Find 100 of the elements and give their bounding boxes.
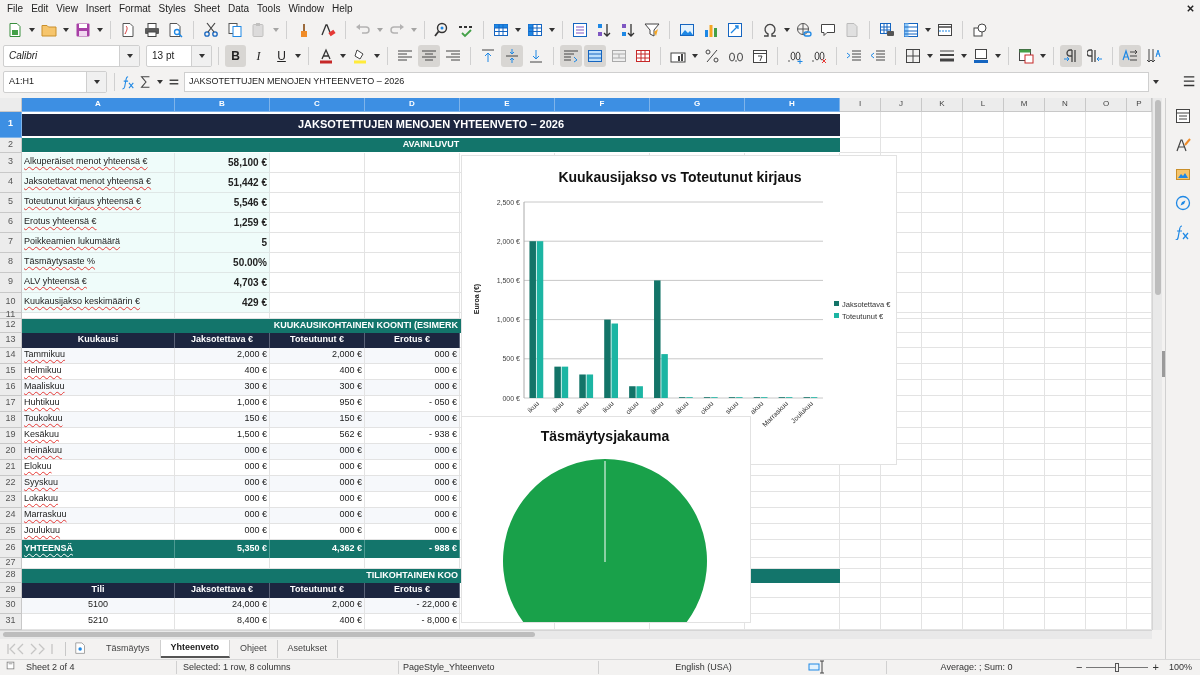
- caret-icon[interactable]: [373, 51, 381, 60]
- clear-formatting-icon[interactable]: [320, 21, 336, 38]
- font-name-field[interactable]: Calibri: [3, 44, 140, 67]
- menu-item[interactable]: View: [52, 0, 82, 17]
- align-center-button[interactable]: [501, 44, 523, 67]
- menu-item[interactable]: Tools: [253, 0, 285, 17]
- print-range-icon[interactable]: [879, 21, 895, 38]
- menu-item[interactable]: File: [3, 0, 28, 17]
- wrap-text-button[interactable]: [560, 44, 582, 67]
- italic-button[interactable]: I: [248, 44, 269, 67]
- caret-icon[interactable]: [1152, 77, 1161, 86]
- menu-item[interactable]: Sheet: [189, 0, 224, 17]
- zoom-in-button[interactable]: +: [1152, 661, 1159, 673]
- freeze-icon[interactable]: [903, 21, 919, 38]
- menu-icon[interactable]: [1183, 74, 1197, 89]
- calendar-icon[interactable]: [752, 47, 768, 64]
- font-size-field[interactable]: 13 pt: [146, 44, 212, 67]
- caret-icon[interactable]: [96, 25, 104, 34]
- filter-icon[interactable]: [644, 21, 660, 38]
- copy-icon[interactable]: [227, 21, 243, 38]
- zoom-out-button[interactable]: −: [1076, 661, 1083, 673]
- columns-icon[interactable]: [527, 21, 543, 38]
- menu-item[interactable]: Insert: [81, 0, 115, 17]
- sort-ascending-icon[interactable]: [596, 21, 612, 38]
- styles-icon[interactable]: [1175, 136, 1191, 153]
- caret-icon[interactable]: [125, 51, 134, 60]
- text-horizontal-button[interactable]: [1119, 44, 1141, 67]
- row-header[interactable]: 6: [0, 212, 22, 233]
- borders-icon[interactable]: [905, 47, 921, 64]
- left-to-right-button[interactable]: [1060, 44, 1082, 67]
- caret-icon[interactable]: [924, 25, 932, 34]
- sort-descending-icon[interactable]: [620, 21, 636, 38]
- slider-thumb[interactable]: [1115, 662, 1120, 672]
- merge-cells-icon[interactable]: [611, 47, 627, 64]
- caret-icon[interactable]: [783, 25, 791, 34]
- row-header[interactable]: 11: [0, 312, 22, 319]
- name-box[interactable]: A1:H1: [3, 70, 108, 93]
- underline-button[interactable]: U: [271, 44, 292, 67]
- menu-item[interactable]: Data: [223, 0, 254, 17]
- caret-icon[interactable]: [691, 51, 699, 60]
- sidebar-handle[interactable]: [1162, 350, 1165, 377]
- cut-icon[interactable]: [203, 21, 219, 38]
- close-icon[interactable]: [1186, 4, 1195, 13]
- menu-item[interactable]: Format: [114, 0, 155, 17]
- border-style-icon[interactable]: [939, 47, 955, 64]
- row-header[interactable]: 9: [0, 272, 22, 293]
- save-icon[interactable]: [75, 21, 91, 38]
- row-header[interactable]: 5: [0, 192, 22, 213]
- menu-item[interactable]: Window: [284, 0, 328, 17]
- column-header[interactable]: N: [1045, 97, 1086, 112]
- sheet-tab[interactable]: Täsmäytys: [96, 639, 161, 658]
- caret-icon[interactable]: [926, 51, 934, 60]
- font-color-icon[interactable]: [318, 47, 334, 64]
- compass-icon[interactable]: [1175, 194, 1191, 211]
- vertical-scrollbar[interactable]: [1152, 97, 1162, 630]
- find-replace-icon[interactable]: [434, 21, 450, 38]
- row-header[interactable]: 4: [0, 172, 22, 193]
- caret-icon[interactable]: [994, 51, 1002, 60]
- conditional-format-icon[interactable]: [1018, 47, 1034, 64]
- caret-icon[interactable]: [156, 77, 165, 86]
- sheet-tab[interactable]: Yhteenveto: [160, 639, 231, 658]
- caret-icon[interactable]: [294, 51, 302, 60]
- zoom-level[interactable]: 100%: [1168, 660, 1192, 674]
- caret-icon[interactable]: [960, 51, 968, 60]
- image-icon[interactable]: [679, 21, 695, 38]
- caret-icon[interactable]: [197, 51, 206, 60]
- sheet-tab[interactable]: Asetukset: [277, 639, 339, 658]
- comment-icon[interactable]: [820, 21, 836, 38]
- bold-button[interactable]: B: [225, 44, 246, 67]
- properties-icon[interactable]: [1175, 107, 1191, 124]
- percent-icon[interactable]: [704, 47, 720, 64]
- highlight-icon[interactable]: [352, 47, 368, 64]
- row-header[interactable]: 27: [0, 557, 22, 569]
- print-preview-icon[interactable]: [168, 21, 184, 38]
- formula-input[interactable]: JAKSOTETTUJEN MENOJEN YHTEENVETO – 2026: [183, 71, 1150, 92]
- scrollbar-thumb[interactable]: [3, 632, 535, 637]
- caret-icon[interactable]: [92, 77, 101, 86]
- column-header[interactable]: K: [922, 97, 963, 112]
- caret-icon[interactable]: [339, 51, 347, 60]
- pdf-export-icon[interactable]: [120, 21, 136, 38]
- scrollbar-thumb[interactable]: [1154, 99, 1161, 295]
- print-icon[interactable]: [144, 21, 160, 38]
- column-header[interactable]: M: [1004, 97, 1045, 112]
- align-center-button[interactable]: [418, 44, 440, 67]
- row-header[interactable]: 7: [0, 232, 22, 253]
- column-header[interactable]: J: [881, 97, 922, 112]
- menu-item[interactable]: Styles: [154, 0, 190, 17]
- column-header[interactable]: I: [840, 97, 881, 112]
- merge-center-button[interactable]: [584, 44, 606, 67]
- menu-item[interactable]: Edit: [27, 0, 53, 17]
- shapes-icon[interactable]: [972, 21, 988, 38]
- omega-icon[interactable]: [762, 21, 778, 38]
- column-header[interactable]: P: [1127, 97, 1152, 112]
- row-header[interactable]: 3: [0, 152, 22, 173]
- menu-item[interactable]: Help: [328, 0, 357, 17]
- sort-icon[interactable]: [572, 21, 588, 38]
- caret-icon[interactable]: [548, 25, 556, 34]
- sheet-tab[interactable]: Ohjeet: [230, 639, 278, 658]
- rows-icon[interactable]: [493, 21, 509, 38]
- column-header[interactable]: O: [1086, 97, 1127, 112]
